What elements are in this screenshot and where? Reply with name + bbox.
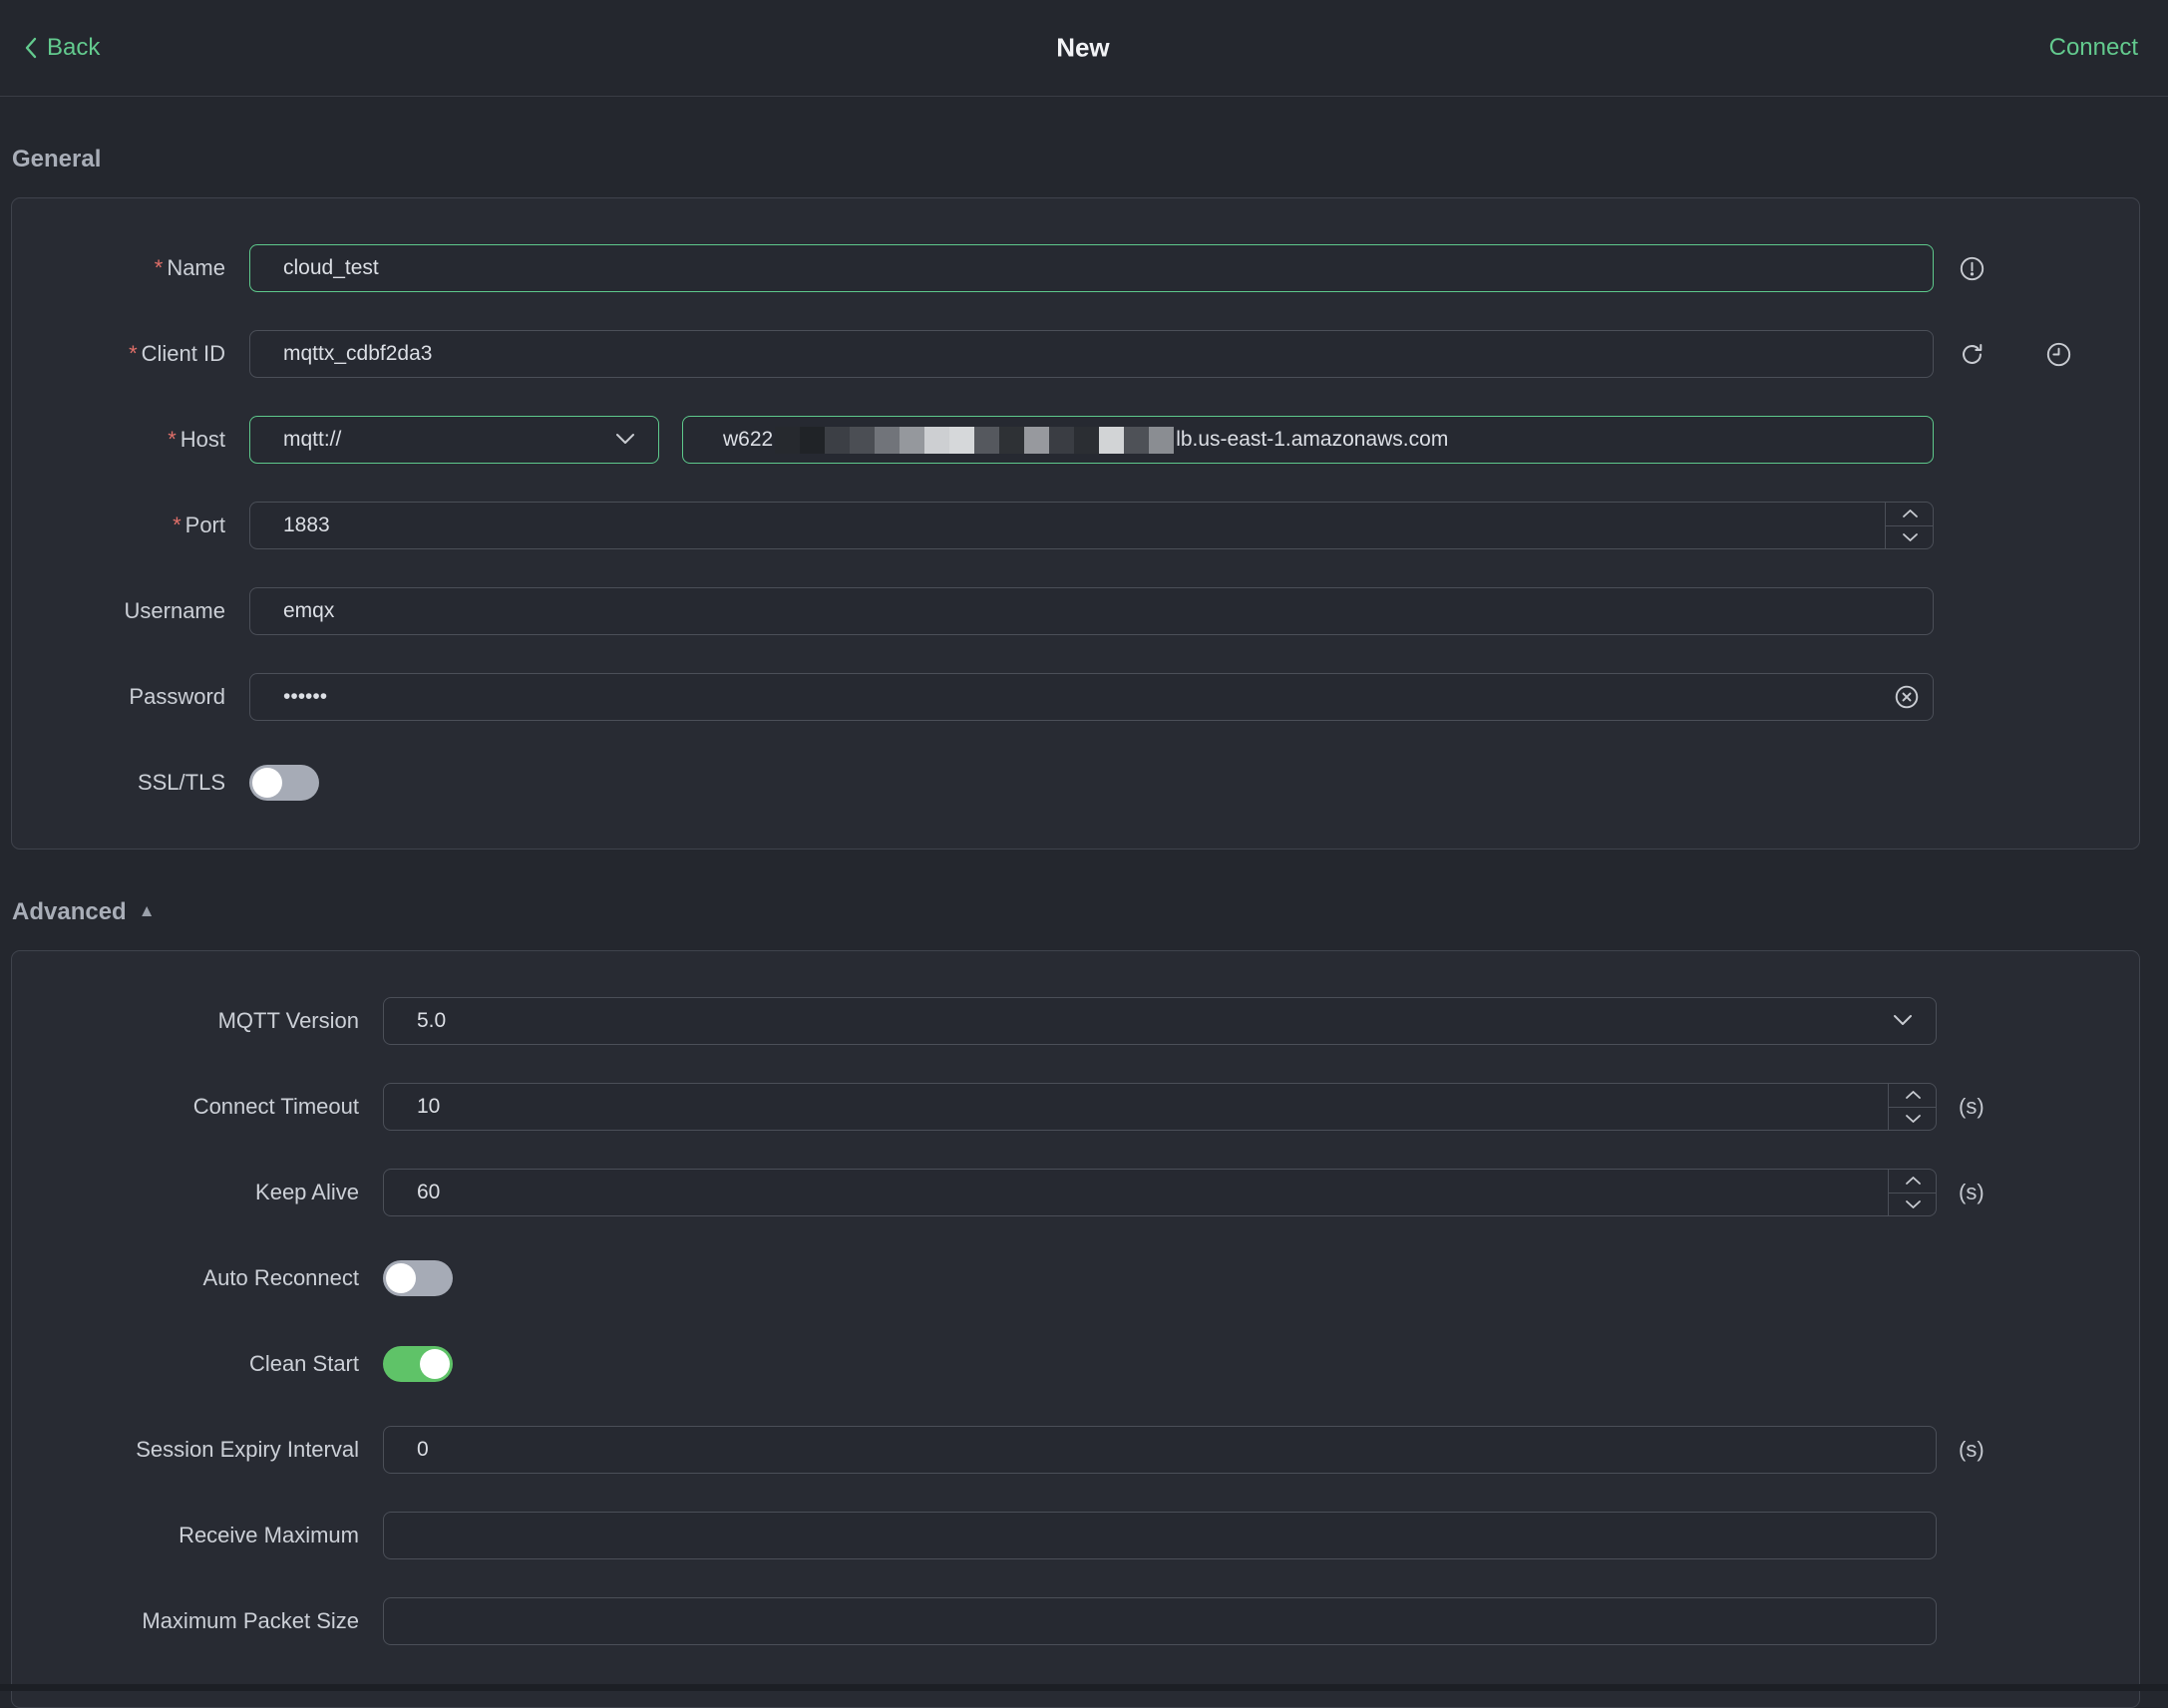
session-expiry-input[interactable]: [383, 1426, 1937, 1474]
stepper-down-button[interactable]: [1889, 1108, 1937, 1132]
required-asterisk: *: [173, 512, 181, 537]
mqtt-version-label: MQTT Version: [217, 1008, 359, 1033]
connect-timeout-label: Connect Timeout: [192, 1094, 359, 1119]
clean-start-toggle[interactable]: [383, 1346, 453, 1382]
mqtt-version-row: MQTT Version 5.0: [24, 997, 2139, 1045]
username-input[interactable]: [249, 587, 1934, 635]
required-asterisk: *: [154, 255, 164, 280]
seconds-unit: (s): [1959, 1094, 1985, 1119]
maximum-packet-size-row: Maximum Packet Size: [24, 1597, 2139, 1645]
general-card: *Name *Client ID: [11, 197, 2140, 850]
name-label: * Name: [154, 255, 225, 280]
mqtt-version-value: 5.0: [417, 1009, 447, 1032]
stepper-up-button[interactable]: [1889, 1083, 1937, 1108]
ssl-label: SSL/TLS: [137, 770, 225, 795]
toggle-knob: [252, 768, 282, 798]
client-id-label: * Client ID: [129, 341, 225, 366]
port-stepper: [1885, 502, 1934, 549]
clean-start-row: Clean Start: [24, 1340, 2139, 1388]
host-redacted: [775, 426, 1175, 454]
chevron-down-icon: [614, 428, 636, 452]
clean-start-label: Clean Start: [248, 1351, 359, 1376]
username-label: Username: [124, 598, 225, 623]
maximum-packet-size-label: Maximum Packet Size: [142, 1608, 359, 1633]
port-label: * Port: [173, 512, 225, 537]
connect-timeout-stepper: [1888, 1083, 1937, 1131]
toggle-knob: [420, 1349, 450, 1379]
password-label: Password: [129, 684, 225, 709]
refresh-icon[interactable]: [1959, 341, 1986, 368]
general-section-heading: General: [12, 146, 2168, 173]
page-title: New: [1056, 32, 1110, 63]
connect-button[interactable]: Connect: [2049, 34, 2138, 62]
connect-timeout-row: Connect Timeout (s): [24, 1083, 2139, 1131]
client-id-row: * Client ID: [24, 330, 2139, 378]
advanced-section-heading[interactable]: Advanced ▲: [12, 898, 2168, 926]
password-row: Password: [24, 673, 2139, 721]
ssl-toggle[interactable]: [249, 765, 319, 801]
auto-reconnect-row: Auto Reconnect: [24, 1254, 2139, 1302]
receive-maximum-label: Receive Maximum: [179, 1523, 359, 1547]
stepper-down-button[interactable]: [1886, 526, 1934, 550]
stepper-up-button[interactable]: [1889, 1169, 1937, 1194]
stepper-down-button[interactable]: [1889, 1194, 1937, 1217]
keep-alive-input[interactable]: [383, 1169, 1937, 1216]
chevron-down-icon: [1892, 1009, 1914, 1033]
required-asterisk: *: [168, 427, 177, 452]
collapse-triangle-icon: ▲: [138, 901, 156, 920]
auto-reconnect-label: Auto Reconnect: [202, 1265, 359, 1290]
window-bottom-edge: [0, 1684, 2168, 1691]
name-input[interactable]: [249, 244, 1934, 292]
host-row: * Host mqtt:// w622 lb.us-east-1.amazonaw…: [24, 416, 2139, 464]
session-expiry-label: Session Expiry Interval: [136, 1437, 359, 1462]
stepper-up-button[interactable]: [1886, 502, 1934, 526]
receive-maximum-row: Receive Maximum: [24, 1512, 2139, 1559]
back-button[interactable]: Back: [22, 34, 100, 62]
auto-reconnect-toggle[interactable]: [383, 1260, 453, 1296]
top-bar: Back New Connect: [0, 0, 2168, 97]
clear-circle-icon[interactable]: [1894, 684, 1920, 710]
password-input[interactable]: [249, 673, 1934, 721]
host-protocol-select[interactable]: mqtt://: [249, 416, 659, 464]
host-address-suffix: lb.us-east-1.amazonaws.com: [1176, 428, 1449, 451]
host-protocol-value: mqtt://: [283, 428, 342, 451]
port-input[interactable]: [249, 502, 1934, 549]
back-label: Back: [47, 34, 101, 61]
host-address-prefix: w622: [723, 428, 774, 451]
connect-timeout-input[interactable]: [383, 1083, 1937, 1131]
keep-alive-stepper: [1888, 1169, 1937, 1216]
host-label: * Host: [168, 427, 225, 452]
seconds-unit: (s): [1959, 1180, 1985, 1204]
keep-alive-row: Keep Alive (s): [24, 1169, 2139, 1216]
username-row: Username: [24, 587, 2139, 635]
advanced-section-title: Advanced: [12, 898, 127, 925]
history-clock-icon[interactable]: [2045, 341, 2072, 368]
host-address-input[interactable]: w622 lb.us-east-1.amazonaws.com: [682, 416, 1934, 464]
required-asterisk: *: [129, 341, 138, 366]
port-row: * Port: [24, 502, 2139, 549]
ssl-row: SSL/TLS: [24, 759, 2139, 807]
general-section-title: General: [12, 146, 102, 172]
maximum-packet-size-input[interactable]: [383, 1597, 1937, 1645]
advanced-card: MQTT Version 5.0 Connect Timeout 10 (s) …: [11, 950, 2140, 1708]
mqtt-version-select[interactable]: 5.0: [383, 997, 1937, 1045]
receive-maximum-input[interactable]: [383, 1512, 1937, 1559]
session-expiry-row: Session Expiry Interval (s): [24, 1426, 2139, 1474]
client-id-input[interactable]: [249, 330, 1934, 378]
name-row: * Name: [24, 244, 2139, 292]
toggle-knob: [386, 1263, 416, 1293]
chevron-left-icon: [22, 35, 40, 61]
seconds-unit: (s): [1959, 1437, 1985, 1462]
keep-alive-label: Keep Alive: [255, 1180, 359, 1204]
warning-circle-icon: [1959, 255, 1986, 282]
